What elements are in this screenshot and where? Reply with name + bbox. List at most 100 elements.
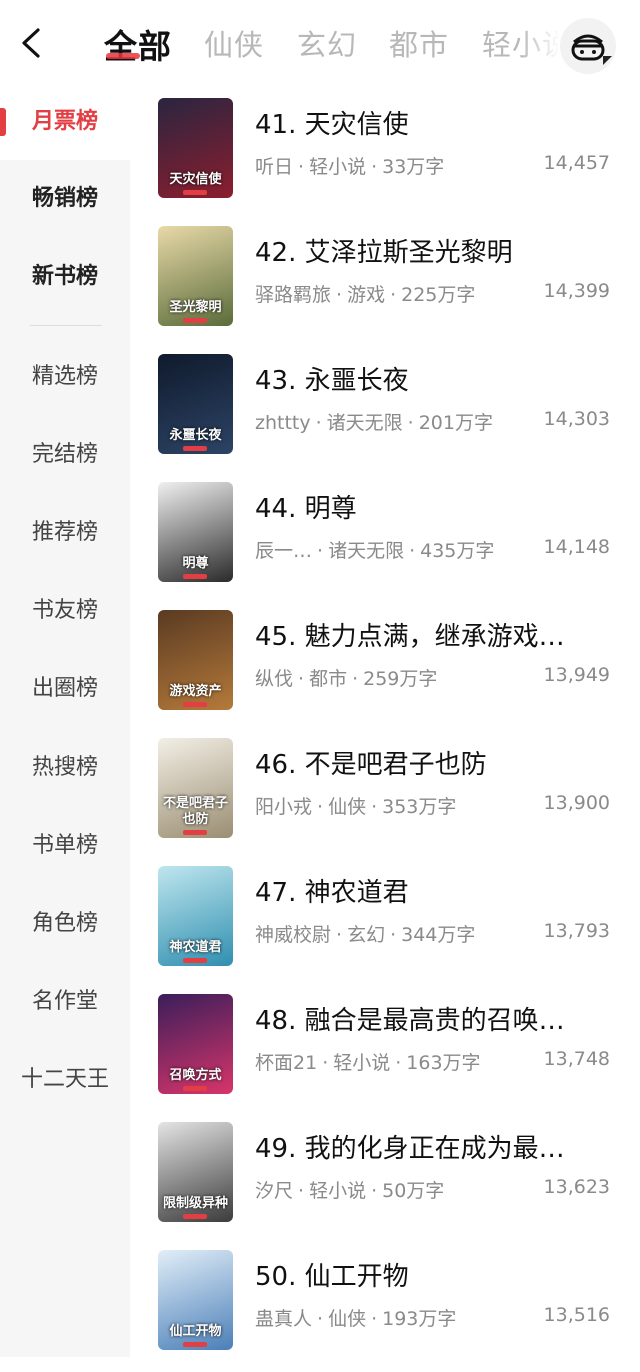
book-row[interactable]: 圣光黎明 42. 艾泽拉斯圣光黎明 驿路羁旅 · 游戏 · 225万字 14,399 — [130, 220, 640, 348]
ranking-sidebar: 月票榜 畅销榜 新书榜 精选榜 完结榜 推荐榜 书友榜 出圈榜 热搜榜 书单榜 … — [0, 86, 130, 1357]
book-genre: 诸天无限 — [326, 412, 403, 434]
book-author: 汐尺 — [255, 1180, 294, 1202]
tabs-fade-overlay — [520, 0, 560, 86]
book-title: 47. 神农道君 — [255, 878, 409, 908]
book-meta: 阳小戎 · 仙侠 · 353万字 — [255, 796, 457, 818]
sidebar-item-masterpieces[interactable]: 名作堂 — [0, 982, 130, 1022]
book-cover: 明尊 — [158, 482, 233, 582]
book-word-count: 33万字 — [382, 156, 445, 178]
publisher-logo-icon — [183, 574, 207, 579]
book-genre: 仙侠 — [328, 796, 367, 818]
book-word-count: 225万字 — [401, 284, 476, 306]
publisher-logo-icon — [183, 446, 207, 451]
book-word-count: 163万字 — [406, 1052, 481, 1074]
assistant-avatar-button[interactable] — [560, 18, 616, 74]
book-genre: 轻小说 — [309, 156, 367, 178]
book-row[interactable]: 天灾信使 41. 天灾信使 听日 · 轻小说 · 33万字 14,457 — [130, 92, 640, 220]
book-author: zhttty — [255, 412, 311, 434]
book-genre: 仙侠 — [328, 1308, 367, 1330]
book-author: 蛊真人 — [255, 1308, 313, 1330]
sidebar-item-booklist[interactable]: 书单榜 — [0, 826, 130, 866]
book-genre: 轻小说 — [333, 1052, 391, 1074]
book-row[interactable]: 神农道君 47. 神农道君 神威校尉 · 玄幻 · 344万字 13,793 — [130, 860, 640, 988]
cover-title: 神农道君 — [169, 940, 222, 955]
book-author: 听日 — [255, 156, 294, 178]
sidebar-item-breakout[interactable]: 出圈榜 — [0, 669, 130, 709]
book-author: 驿路羁旅 — [255, 284, 332, 306]
ticket-count: 13,516 — [543, 1304, 610, 1326]
category-tabs: 全部 仙侠 玄幻 都市 轻小说 — [104, 0, 558, 86]
ticket-count: 14,399 — [543, 280, 610, 302]
book-row[interactable]: 召唤方式 48. 融合是最高贵的召唤… 杯面21 · 轻小说 · 163万字 13,74… — [130, 988, 640, 1116]
book-word-count: 50万字 — [382, 1180, 445, 1202]
sidebar-item-monthly-ticket[interactable]: 月票榜 — [0, 102, 130, 142]
ticket-count: 13,748 — [543, 1048, 610, 1070]
publisher-logo-icon — [183, 1342, 207, 1347]
sidebar-item-new-books[interactable]: 新书榜 — [0, 257, 130, 297]
sidebar-item-characters[interactable]: 角色榜 — [0, 904, 130, 944]
book-meta: 辰一… · 诸天无限 · 435万字 — [255, 540, 495, 562]
sidebar-item-recommended[interactable]: 推荐榜 — [0, 513, 130, 553]
cover-title: 限制级异种 — [162, 1196, 228, 1211]
book-title: 45. 魅力点满，继承游戏… — [255, 622, 565, 652]
cover-title: 不是吧君子也防 — [162, 796, 228, 827]
publisher-logo-icon — [183, 1214, 207, 1219]
book-word-count: 435万字 — [420, 540, 495, 562]
back-arrow-icon[interactable] — [14, 22, 50, 64]
top-bar: 全部 仙侠 玄幻 都市 轻小说 — [0, 0, 640, 86]
book-meta: 驿路羁旅 · 游戏 · 225万字 — [255, 284, 476, 306]
sidebar-item-hot-search[interactable]: 热搜榜 — [0, 748, 130, 788]
tab-xianxia[interactable]: 仙侠 — [204, 22, 264, 64]
sidebar-item-completed[interactable]: 完结榜 — [0, 435, 130, 475]
tab-dushi[interactable]: 都市 — [389, 22, 449, 64]
tab-all[interactable]: 全部 — [104, 20, 172, 68]
sidebar-item-twelve-kings[interactable]: 十二天王 — [0, 1060, 130, 1100]
book-cover: 召唤方式 — [158, 994, 233, 1094]
book-genre: 轻小说 — [309, 1180, 367, 1202]
sidebar-item-featured[interactable]: 精选榜 — [0, 357, 130, 397]
book-title: 46. 不是吧君子也防 — [255, 750, 487, 780]
ticket-count: 13,949 — [543, 664, 610, 686]
book-title: 41. 天灾信使 — [255, 110, 409, 140]
book-cover: 限制级异种 — [158, 1122, 233, 1222]
sidebar-item-bestseller[interactable]: 畅销榜 — [0, 179, 130, 219]
ticket-count: 13,900 — [543, 792, 610, 814]
publisher-logo-icon — [183, 830, 207, 835]
active-tab-indicator — [106, 53, 140, 59]
book-cover: 永噩长夜 — [158, 354, 233, 454]
book-genre: 都市 — [309, 668, 348, 690]
book-meta: 汐尺 · 轻小说 · 50万字 — [255, 1180, 445, 1202]
ticket-count: 14,148 — [543, 536, 610, 558]
book-author: 杯面21 — [255, 1052, 318, 1074]
book-title: 49. 我的化身正在成为最… — [255, 1134, 565, 1164]
publisher-logo-icon — [183, 702, 207, 707]
publisher-logo-icon — [183, 958, 207, 963]
book-row[interactable]: 永噩长夜 43. 永噩长夜 zhttty · 诸天无限 · 201万字 14,303 — [130, 348, 640, 476]
publisher-logo-icon — [183, 190, 207, 195]
book-meta: 纵伐 · 都市 · 259万字 — [255, 668, 438, 690]
book-cover: 不是吧君子也防 — [158, 738, 233, 838]
book-row[interactable]: 明尊 44. 明尊 辰一… · 诸天无限 · 435万字 14,148 — [130, 476, 640, 604]
book-title: 43. 永噩长夜 — [255, 366, 409, 396]
book-row[interactable]: 仙工开物 50. 仙工开物 蛊真人 · 仙侠 · 193万字 13,516 — [130, 1244, 640, 1372]
cover-title: 圣光黎明 — [169, 300, 222, 315]
book-word-count: 193万字 — [382, 1308, 457, 1330]
cover-title: 永噩长夜 — [169, 428, 222, 443]
book-row[interactable]: 游戏资产 45. 魅力点满，继承游戏… 纵伐 · 都市 · 259万字 13,949 — [130, 604, 640, 732]
sidebar-item-reader-friends[interactable]: 书友榜 — [0, 591, 130, 631]
ticket-count: 13,793 — [543, 920, 610, 942]
book-word-count: 259万字 — [363, 668, 438, 690]
cover-title: 召唤方式 — [169, 1068, 222, 1083]
book-meta: 杯面21 · 轻小说 · 163万字 — [255, 1052, 481, 1074]
book-cover: 神农道君 — [158, 866, 233, 966]
cover-title: 明尊 — [182, 556, 209, 571]
book-row[interactable]: 限制级异种 49. 我的化身正在成为最… 汐尺 · 轻小说 · 50万字 13,623 — [130, 1116, 640, 1244]
book-meta: 听日 · 轻小说 · 33万字 — [255, 156, 445, 178]
robot-face-icon — [571, 34, 605, 61]
book-genre: 诸天无限 — [328, 540, 405, 562]
book-ranking-list: 天灾信使 41. 天灾信使 听日 · 轻小说 · 33万字 14,457 圣光黎明 42… — [130, 86, 640, 1357]
book-meta: 蛊真人 · 仙侠 · 193万字 — [255, 1308, 457, 1330]
book-row[interactable]: 不是吧君子也防 46. 不是吧君子也防 阳小戎 · 仙侠 · 353万字 13,900 — [130, 732, 640, 860]
tab-xuanhuan[interactable]: 玄幻 — [297, 22, 357, 64]
book-meta: zhttty · 诸天无限 · 201万字 — [255, 412, 493, 434]
